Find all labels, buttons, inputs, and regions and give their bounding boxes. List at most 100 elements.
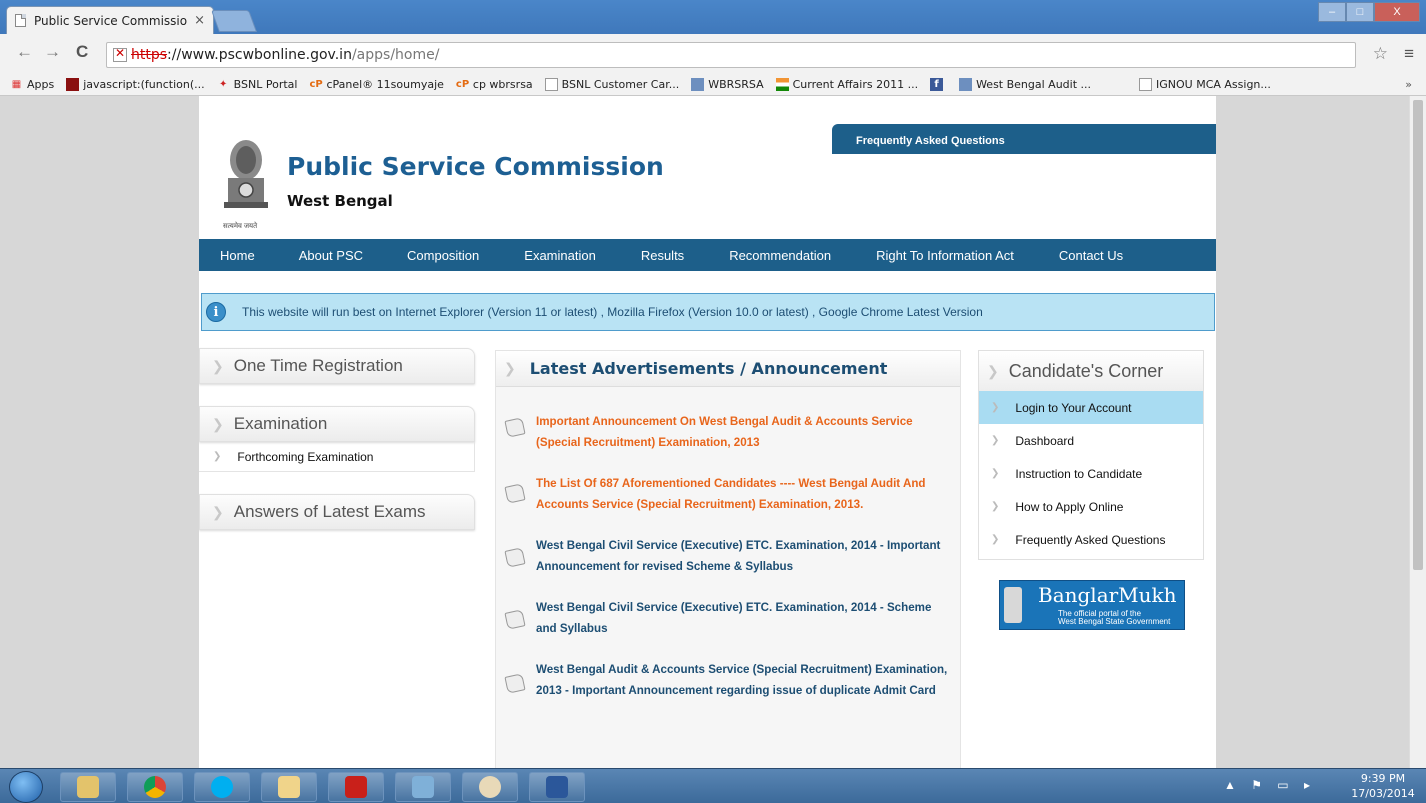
bookmark-item[interactable]: West Bengal Audit ... bbox=[959, 78, 1091, 91]
dashboard-link[interactable]: ❯ Dashboard bbox=[979, 424, 1203, 457]
login-account-link[interactable]: ❯ Login to Your Account bbox=[979, 391, 1203, 424]
announcement-item[interactable]: The List Of 687 Aforementioned Candidate… bbox=[496, 453, 960, 515]
folder-icon bbox=[77, 776, 99, 798]
nav-examination[interactable]: Examination bbox=[524, 248, 596, 263]
tab-title: Public Service Commissio bbox=[34, 13, 188, 28]
faq-sidebar-link[interactable]: ❯ Frequently Asked Questions bbox=[979, 523, 1203, 556]
chevron-right-icon: ❯ bbox=[987, 362, 999, 379]
bookmark-item[interactable]: javascript:(function(... bbox=[66, 78, 205, 91]
bookmark-item[interactable]: ▦ Apps bbox=[10, 78, 54, 91]
vertical-scrollbar[interactable] bbox=[1409, 96, 1426, 768]
taskbar-file-explorer[interactable] bbox=[261, 772, 317, 802]
new-tab-button[interactable] bbox=[210, 10, 258, 32]
forthcoming-examination-link[interactable]: ❯ Forthcoming Examination bbox=[199, 442, 475, 472]
bookmark-star-icon[interactable]: ☆ bbox=[1373, 44, 1388, 64]
system-tray[interactable]: ▲ ⚑ ▭ ▸ bbox=[1224, 778, 1316, 792]
chevron-right-icon: ❯ bbox=[504, 360, 516, 377]
tab-close-icon[interactable]: × bbox=[194, 13, 205, 28]
nav-recommendation[interactable]: Recommendation bbox=[729, 248, 831, 263]
bookmark-item[interactable]: f bbox=[930, 78, 947, 91]
chevron-right-icon: ❯ bbox=[213, 451, 222, 462]
site-subtitle: West Bengal bbox=[287, 192, 393, 210]
info-icon: i bbox=[206, 302, 226, 322]
taskbar-app[interactable] bbox=[395, 772, 451, 802]
nav-composition[interactable]: Composition bbox=[407, 248, 479, 263]
cpanel-icon: cP bbox=[455, 79, 470, 90]
nav-about-psc[interactable]: About PSC bbox=[299, 248, 363, 263]
candidates-corner: ❯ Candidate's Corner ❯ Login to Your Acco… bbox=[978, 350, 1204, 560]
windows-taskbar: ▲ ⚑ ▭ ▸ 9:39 PM 17/03/2014 bbox=[0, 768, 1426, 803]
bookmark-item[interactable]: BSNL Customer Car... bbox=[544, 78, 679, 91]
answers-latest-exams-button[interactable]: ❯ Answers of Latest Exams bbox=[199, 494, 475, 530]
banglarmukh-banner[interactable]: BanglarMukh The official portal of the We… bbox=[999, 580, 1185, 630]
one-time-registration-button[interactable]: ❯ One Time Registration bbox=[199, 348, 475, 384]
browser-notice: i This website will run best on Internet… bbox=[201, 293, 1215, 331]
announcement-item[interactable]: West Bengal Civil Service (Executive) ET… bbox=[496, 577, 960, 639]
left-sidebar: ❯ One Time Registration ❯ Examination ❯ … bbox=[199, 348, 475, 530]
taskbar-paint[interactable] bbox=[462, 772, 518, 802]
taskbar-explorer-folder[interactable] bbox=[60, 772, 116, 802]
apps-grid-icon: ▦ bbox=[11, 79, 22, 90]
chevron-right-icon: ❯ bbox=[212, 503, 224, 520]
instruction-link[interactable]: ❯ Instruction to Candidate bbox=[979, 457, 1203, 490]
faq-link[interactable]: Frequently Asked Questions bbox=[832, 124, 1216, 154]
bookmark-item[interactable]: cP cp wbrsrsa bbox=[456, 78, 533, 91]
scroll-icon bbox=[504, 609, 526, 630]
scroll-icon bbox=[504, 483, 526, 504]
nav-contact-us[interactable]: Contact Us bbox=[1059, 248, 1123, 263]
scroll-icon bbox=[504, 417, 526, 438]
address-bar[interactable]: https://www.pscwbonline.gov.in/apps/home… bbox=[106, 42, 1356, 68]
ashoka-emblem-icon bbox=[224, 140, 268, 208]
bookmark-item[interactable]: ✦ BSNL Portal bbox=[217, 78, 298, 91]
how-to-apply-link[interactable]: ❯ How to Apply Online bbox=[979, 490, 1203, 523]
announcements-heading: ❯ Latest Advertisements / Announcement bbox=[496, 351, 960, 387]
url-host: ://www.pscwbonline.gov.in bbox=[167, 47, 352, 63]
broken-lock-icon[interactable] bbox=[113, 46, 127, 62]
reload-icon[interactable]: C bbox=[76, 42, 88, 62]
examination-menu-header[interactable]: ❯ Examination bbox=[199, 406, 475, 442]
nav-rti-act[interactable]: Right To Information Act bbox=[876, 248, 1014, 263]
bookmarks-overflow-button[interactable]: » bbox=[1405, 78, 1412, 91]
page-icon bbox=[1139, 78, 1153, 91]
candidates-corner-heading: ❯ Candidate's Corner bbox=[979, 351, 1203, 391]
announcements-panel: ❯ Latest Advertisements / Announcement I… bbox=[495, 350, 961, 768]
app-icon bbox=[412, 776, 434, 798]
chrome-icon bbox=[144, 776, 166, 798]
taskbar-skype[interactable] bbox=[194, 772, 250, 802]
bookmark-item[interactable]: WBRSRSA bbox=[691, 78, 764, 91]
nav-results[interactable]: Results bbox=[641, 248, 684, 263]
page-icon bbox=[15, 14, 26, 27]
maximize-button[interactable]: □ bbox=[1346, 2, 1374, 22]
chevron-right-icon: ❯ bbox=[991, 402, 1000, 413]
start-button[interactable] bbox=[9, 771, 43, 803]
taskbar-chrome[interactable] bbox=[127, 772, 183, 802]
bookmark-item[interactable]: IGNOU MCA Assign... bbox=[1139, 78, 1271, 91]
announcement-item[interactable]: West Bengal Civil Service (Executive) ET… bbox=[496, 515, 960, 577]
clock[interactable]: 9:39 PM 17/03/2014 bbox=[1348, 771, 1418, 801]
site-icon bbox=[959, 78, 973, 91]
emblem-caption: सत्यमेव जयते bbox=[223, 223, 258, 230]
back-icon[interactable]: ← bbox=[16, 42, 33, 62]
url-path: /apps/home/ bbox=[351, 47, 440, 63]
scrollbar-thumb[interactable] bbox=[1413, 100, 1423, 570]
page-icon bbox=[544, 78, 558, 91]
web-page: सत्यमेव जयते Public Service Commission W… bbox=[199, 96, 1216, 768]
emblem-icon bbox=[1004, 587, 1022, 623]
forward-icon[interactable]: → bbox=[44, 42, 61, 62]
taskbar-acrobat[interactable] bbox=[328, 772, 384, 802]
minimize-button[interactable]: ‒ bbox=[1318, 2, 1346, 22]
pdf-icon bbox=[345, 776, 367, 798]
close-window-button[interactable]: X bbox=[1374, 2, 1420, 22]
chrome-menu-icon[interactable]: ≡ bbox=[1404, 44, 1414, 64]
taskbar-word[interactable] bbox=[529, 772, 585, 802]
nav-home[interactable]: Home bbox=[220, 248, 255, 263]
announcement-item[interactable]: Important Announcement On West Bengal Au… bbox=[496, 387, 960, 453]
bookmark-item[interactable]: Current Affairs 2011 ... bbox=[775, 78, 918, 91]
site-title[interactable]: Public Service Commission bbox=[287, 152, 664, 181]
chevron-right-icon: ❯ bbox=[991, 534, 1000, 545]
banglarmukh-subtitle: The official portal of the West Bengal St… bbox=[1058, 609, 1171, 626]
bookmark-item[interactable]: cP cPanel® 11soumyaje bbox=[309, 78, 443, 91]
site-icon bbox=[691, 78, 705, 91]
announcement-item[interactable]: West Bengal Audit & Accounts Service (Sp… bbox=[496, 639, 960, 701]
browser-tab[interactable]: Public Service Commissio × bbox=[6, 6, 214, 34]
